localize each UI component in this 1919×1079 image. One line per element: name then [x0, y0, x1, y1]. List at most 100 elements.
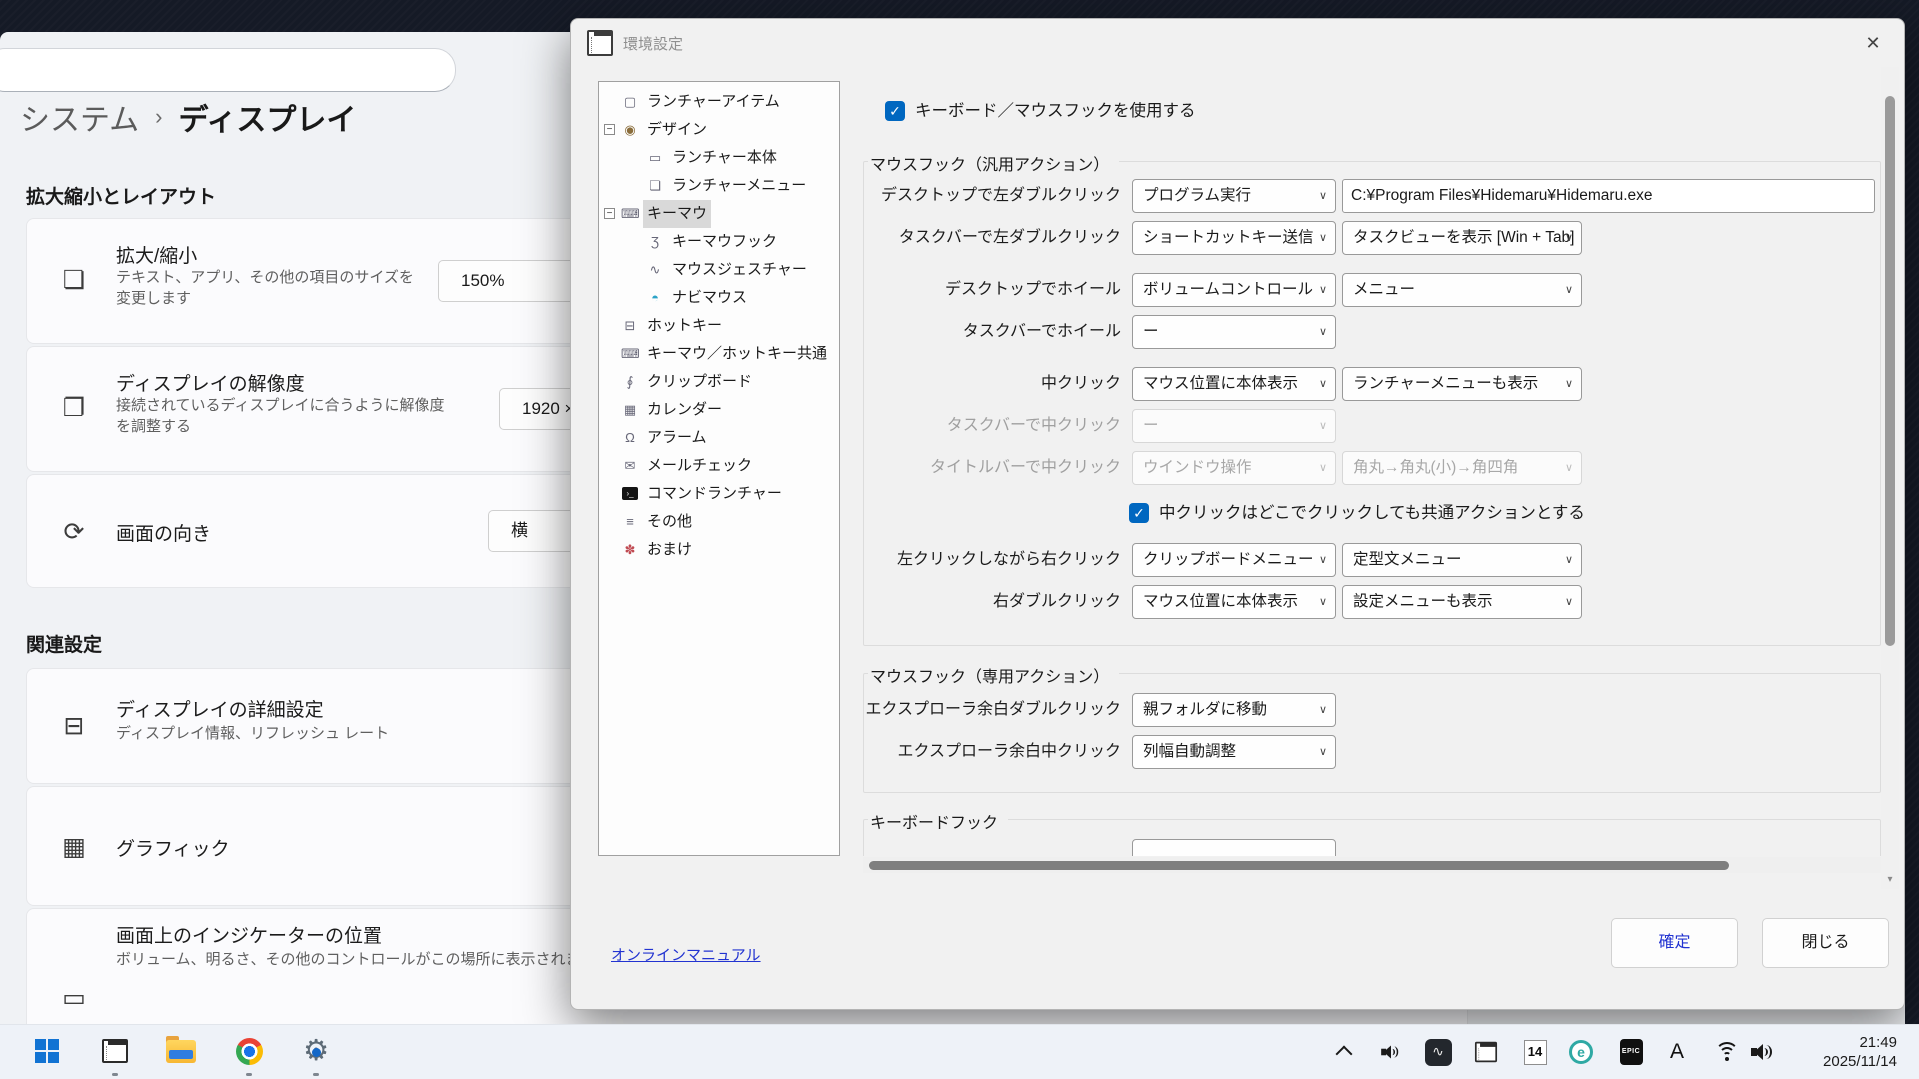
action-select[interactable]: クリップボードメニュー∨ — [1132, 543, 1336, 577]
row-label: 左クリックしながら右クリック — [851, 543, 1121, 577]
speaker-icon — [1751, 1042, 1775, 1062]
epic-games-tray-icon[interactable]: EPIC — [1617, 1035, 1645, 1069]
action-select[interactable]: ショートカットキー送信∨ — [1132, 221, 1336, 255]
desktop: システム › ディスプレイ 拡大縮小とレイアウト ❏ 拡大/縮小 テキスト、アプ… — [0, 0, 1919, 1079]
tree-item-calendar[interactable]: ▦カレンダー — [599, 396, 839, 424]
breadcrumb: システム › ディスプレイ — [20, 94, 356, 140]
row-desktop-wheel: デスクトップでホイール ボリュームコントロール∨ メニュー∨ — [851, 273, 1881, 307]
param-select[interactable]: タスクビューを表示 [Win + Tab]∨ — [1342, 221, 1582, 255]
action-select[interactable]: ボリュームコントロール∨ — [1132, 273, 1336, 307]
tree-item-bonus[interactable]: ✽おまけ — [599, 536, 839, 564]
vertical-scrollbar-thumb[interactable] — [1885, 96, 1895, 646]
group-title: キーボードフック — [868, 809, 1008, 833]
scroll-down-arrow-icon[interactable]: ▾ — [1881, 874, 1899, 885]
use-hook-label: キーボード／マウスフックを使用する — [915, 101, 1196, 121]
eset-tray-icon[interactable]: e — [1567, 1035, 1595, 1069]
middle-click-common-checkbox[interactable]: ✓ — [1129, 503, 1149, 523]
close-button[interactable]: 閉じる — [1762, 918, 1889, 968]
tree-item-mail-check[interactable]: ✉メールチェック — [599, 452, 839, 480]
action-select[interactable]: 列幅自動調整∨ — [1132, 735, 1336, 769]
row-label: デスクトップでホイール — [851, 273, 1121, 307]
action-select[interactable]: 親フォルダに移動∨ — [1132, 693, 1336, 727]
explorer-taskbar-button[interactable] — [161, 1031, 201, 1071]
confirm-button[interactable]: 確定 — [1611, 918, 1738, 968]
param-select[interactable]: ランチャーメニューも表示∨ — [1342, 367, 1582, 401]
claunch-tray-icon[interactable] — [1471, 1035, 1501, 1069]
action-select[interactable]: ー∨ — [1132, 315, 1336, 349]
tree-item-hotkey[interactable]: ⊟ホットキー — [599, 312, 839, 340]
action-select[interactable]: マウス位置に本体表示∨ — [1132, 585, 1336, 619]
tree-item-design[interactable]: −◉デザイン — [599, 116, 839, 144]
action-select-partial[interactable] — [1132, 839, 1336, 856]
scale-icon: ❏ — [57, 265, 91, 295]
row-explorer-blank-double-click: エクスプローラ余白ダブルクリック 親フォルダに移動∨ — [851, 693, 1881, 727]
chevron-down-icon: ∨ — [1319, 410, 1327, 442]
param-select[interactable]: 設定メニューも表示∨ — [1342, 585, 1582, 619]
tree-item-clipboard[interactable]: ∮クリップボード — [599, 368, 839, 396]
action-select-disabled: ウインドウ操作∨ — [1132, 451, 1336, 485]
row-label: タイトルバーで中クリック — [851, 451, 1121, 485]
card-title: 拡大/縮小 — [116, 241, 197, 268]
start-button[interactable] — [27, 1031, 67, 1071]
running-indicator — [246, 1073, 252, 1076]
param-select[interactable]: 定型文メニュー∨ — [1342, 543, 1582, 577]
chevron-down-icon: ∨ — [1565, 586, 1573, 618]
tree-item-mouse-gesture[interactable]: ∿マウスジェスチャー — [599, 256, 839, 284]
claunch-taskbar-button[interactable] — [95, 1031, 135, 1071]
tree-item-launcher-menu[interactable]: ❏ランチャーメニュー — [599, 172, 839, 200]
program-path-input[interactable] — [1342, 179, 1875, 213]
tree-item-keymouse[interactable]: −⌨キーマウ — [599, 200, 839, 228]
tree-item-launcher-body[interactable]: ▭ランチャー本体 — [599, 144, 839, 172]
section-title-scale-layout: 拡大縮小とレイアウト — [26, 182, 216, 209]
row-label: デスクトップで左ダブルクリック — [851, 179, 1121, 213]
tray-chevron-up-icon[interactable] — [1330, 1035, 1358, 1069]
online-manual-link[interactable]: オンラインマニュアル — [611, 944, 761, 965]
tree-item-keymouse-hotkey-common[interactable]: ⌨キーマウ／ホットキー共通 — [599, 340, 839, 368]
terminal-icon: ›_ — [622, 487, 638, 500]
tree-item-keymouse-hook[interactable]: Ʒキーマウフック — [599, 228, 839, 256]
param-select-disabled: 角丸→角丸(小)→角四角∨ — [1342, 451, 1582, 485]
row-label: タスクバーでホイール — [851, 315, 1121, 349]
tree-expander[interactable]: − — [604, 208, 615, 219]
param-select[interactable]: メニュー∨ — [1342, 273, 1582, 307]
page-title: ディスプレイ — [178, 95, 356, 139]
calendar-tray-icon[interactable]: 14 — [1521, 1035, 1549, 1069]
speaker-icon — [1381, 1044, 1401, 1060]
breadcrumb-system[interactable]: システム — [20, 95, 139, 139]
wifi-icon[interactable] — [1712, 1035, 1742, 1069]
chrome-taskbar-button[interactable] — [229, 1031, 269, 1071]
close-icon[interactable]: ✕ — [1858, 29, 1888, 57]
row-middle-click: 中クリック マウス位置に本体表示∨ ランチャーメニューも表示∨ — [851, 367, 1881, 401]
volume-icon[interactable] — [1748, 1035, 1778, 1069]
falcon-app-tray-icon[interactable]: ∿ — [1423, 1035, 1453, 1069]
tree-item-others[interactable]: ≡その他 — [599, 508, 839, 536]
vertical-scrollbar[interactable]: ▾ — [1881, 67, 1899, 889]
settings-taskbar-button[interactable]: ⚙ — [296, 1031, 336, 1071]
folder-icon — [166, 1040, 196, 1063]
row-explorer-blank-middle-click: エクスプローラ余白中クリック 列幅自動調整∨ — [851, 735, 1881, 769]
row-label: エクスプローラ余白中クリック — [851, 735, 1121, 769]
tree-expander[interactable]: − — [604, 124, 615, 135]
use-hook-checkbox[interactable]: ✓ — [885, 101, 905, 121]
tree-item-launcher-item[interactable]: ▢ランチャーアイテム — [599, 88, 839, 116]
tree-item-alarm[interactable]: Ωアラーム — [599, 424, 839, 452]
tree-item-navi-mouse[interactable]: ◓ナビマウス — [599, 284, 839, 312]
claunch-app-icon — [587, 30, 613, 56]
tray-volume-mixer-icon[interactable] — [1379, 1038, 1404, 1066]
action-select[interactable]: プログラム実行∨ — [1132, 179, 1336, 213]
tree-item-command-launcher[interactable]: ›_コマンドランチャー — [599, 480, 839, 508]
claunch-window-icon — [102, 1039, 128, 1063]
taskbar-clock[interactable]: 21:49 2025/11/14 — [1823, 1033, 1897, 1071]
action-select[interactable]: マウス位置に本体表示∨ — [1132, 367, 1336, 401]
chevron-down-icon: ∨ — [1565, 274, 1573, 306]
scale-select[interactable]: 150% — [438, 260, 580, 302]
settings-search-input[interactable] — [0, 48, 456, 92]
claunch-window-icon — [1475, 1042, 1497, 1062]
mouse-hook-dedicated-group: マウスフック（専用アクション） — [863, 673, 1881, 793]
ime-mode-indicator[interactable]: A — [1663, 1035, 1691, 1069]
chevron-down-icon: ∨ — [1319, 736, 1327, 768]
envelope-icon: ✉ — [621, 452, 639, 480]
horizontal-scrollbar[interactable] — [863, 857, 1881, 873]
horizontal-scrollbar-thumb[interactable] — [869, 861, 1729, 870]
row-label: 中クリック — [851, 367, 1121, 401]
